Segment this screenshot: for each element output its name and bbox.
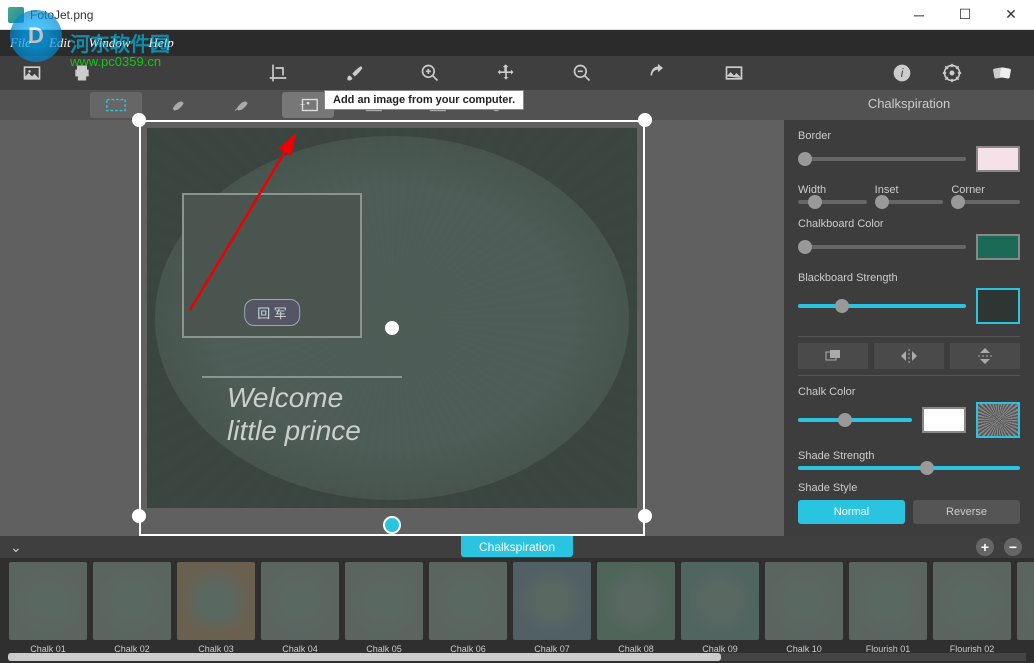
preset-thumb[interactable]: Flourish 0 [1016,562,1034,663]
chalkboard-color-slider[interactable] [798,245,966,249]
print-button[interactable] [60,58,104,88]
inset-slider[interactable] [875,200,944,204]
menu-edit[interactable]: Edit [49,35,71,51]
brush-tool-1[interactable] [154,92,206,118]
main-toolbar: i [0,56,1034,90]
rotate-handle[interactable] [383,516,401,534]
shade-strength-slider[interactable] [798,466,1020,470]
preset-thumb[interactable]: Flourish 02 [932,562,1012,663]
svg-text:+: + [300,100,305,110]
menubar: File Edit Window Help [0,30,1034,56]
close-button[interactable]: ✕ [988,0,1034,30]
collapse-thumbs-icon[interactable]: ⌄ [10,539,22,556]
corner-slider[interactable] [951,200,1020,204]
brush-button[interactable] [332,58,376,88]
inner-frame: 回 军 [182,193,362,338]
chalk-texture-swatch[interactable] [976,402,1020,438]
add-preset-button[interactable]: + [976,538,994,556]
crop-button[interactable] [256,58,300,88]
zoom-out-button[interactable] [560,58,604,88]
preset-thumb[interactable]: Chalk 02 [92,562,172,663]
redo-button[interactable] [636,58,680,88]
canvas-area[interactable]: 回 军 Welcome little prince [0,120,784,536]
preset-thumb[interactable]: Chalk 04 [260,562,340,663]
brush-tool-2[interactable] [218,92,270,118]
handle-br[interactable] [638,509,652,523]
open-image-button[interactable] [10,58,54,88]
handle-tr[interactable] [638,113,652,127]
image-frame-button[interactable] [712,58,756,88]
menu-file[interactable]: File [10,35,31,51]
border-slider[interactable] [798,157,966,161]
chalk-color-slider[interactable] [798,418,912,422]
chalk-color-swatch[interactable] [922,407,966,433]
shade-reverse-button[interactable]: Reverse [913,500,1020,524]
blackboard-strength-slider[interactable] [798,304,966,308]
preset-thumb[interactable]: Chalk 03 [176,562,256,663]
info-button[interactable]: i [880,58,924,88]
handle-center[interactable] [385,321,399,335]
remove-preset-button[interactable]: − [1004,538,1022,556]
minimize-button[interactable]: ─ [896,0,942,30]
flip-h-button[interactable] [874,343,944,369]
preset-thumb[interactable]: Chalk 09 [680,562,760,663]
preset-thumbnails: Chalk 01Chalk 02Chalk 03Chalk 04Chalk 05… [0,558,1034,663]
border-label: Border [798,130,1020,142]
filter-bar: ⌄ Chalkspiration + − [0,536,1034,558]
preset-thumb[interactable]: Chalk 07 [512,562,592,663]
side-panel: Border Width Inset Corner Chalkboard Col… [784,120,1034,536]
tooltip: Add an image from your computer. [324,90,524,110]
border-color-swatch[interactable] [976,146,1020,172]
chalkboard-color-swatch[interactable] [976,234,1020,260]
settings-button[interactable] [930,58,974,88]
shade-normal-button[interactable]: Normal [798,500,905,524]
preset-thumb[interactable]: Chalk 10 [764,562,844,663]
window-title: FotoJet.png [30,8,93,22]
preset-thumb[interactable]: Chalk 01 [8,562,88,663]
sub-toolbar: + +✦ +T › Add an image from your compute… [0,90,784,120]
menu-help[interactable]: Help [149,35,174,51]
panel-title: Chalkspiration [784,90,1034,120]
titlebar: FotoJet.png ─ ☐ ✕ [0,0,1034,30]
maximize-button[interactable]: ☐ [942,0,988,30]
layer-back-button[interactable] [798,343,868,369]
preset-thumb[interactable]: Chalk 08 [596,562,676,663]
move-button[interactable] [484,58,528,88]
thumbs-scrollbar[interactable] [8,653,1026,661]
preset-thumb[interactable]: Chalk 06 [428,562,508,663]
handle-tl[interactable] [132,113,146,127]
chalk-text: Welcome little prince [227,381,361,448]
dice-button[interactable] [980,58,1024,88]
svg-text:i: i [901,67,904,80]
artwork-image[interactable]: 回 军 Welcome little prince [147,128,637,508]
blackboard-texture-swatch[interactable] [976,288,1020,324]
app-icon [8,7,24,23]
flip-v-button[interactable] [950,343,1020,369]
width-slider[interactable] [798,200,867,204]
preset-thumb[interactable]: Flourish 01 [848,562,928,663]
handle-bl[interactable] [132,509,146,523]
current-filter-label: Chalkspiration [461,536,573,557]
zoom-in-button[interactable] [408,58,452,88]
preset-thumb[interactable]: Chalk 05 [344,562,424,663]
menu-window[interactable]: Window [89,35,131,51]
